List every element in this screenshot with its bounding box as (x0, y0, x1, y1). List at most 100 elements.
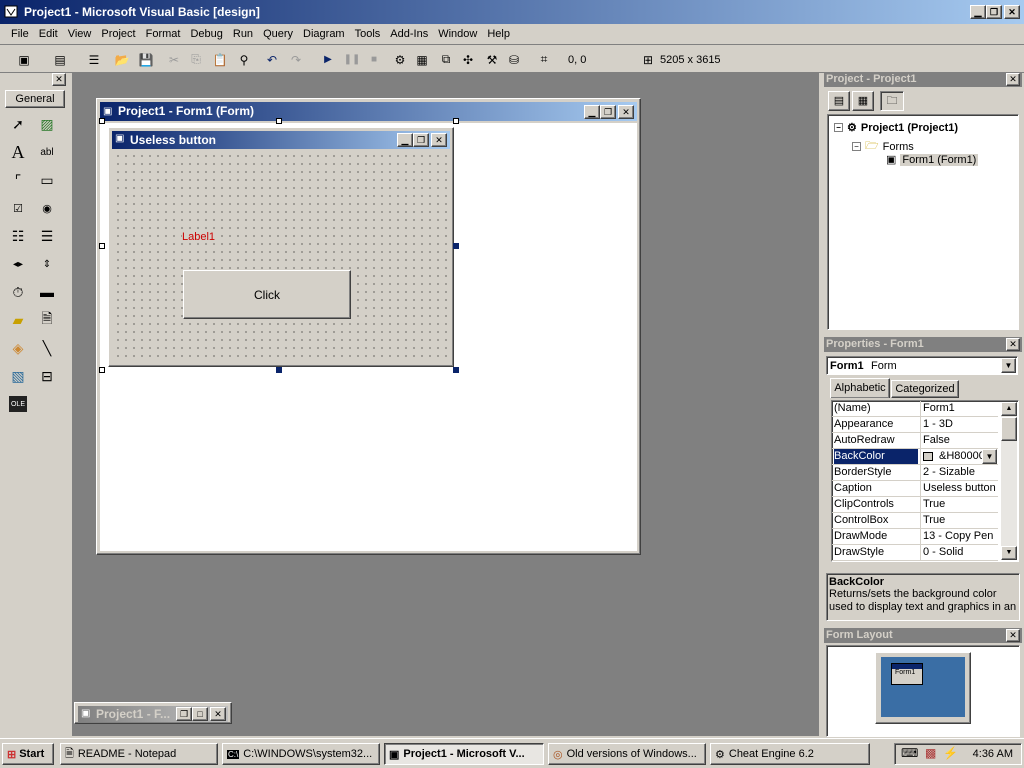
picturebox-icon[interactable]: ▨ (35, 112, 59, 136)
properties-close-button[interactable]: ✕ (1006, 338, 1020, 351)
minimize-button[interactable]: ▁ (970, 5, 986, 19)
commandbutton-icon[interactable]: ▭ (35, 168, 59, 192)
add-form-icon[interactable]: ▤ (50, 50, 70, 69)
resize-handle-s[interactable] (276, 367, 282, 373)
data-control-icon[interactable]: ⊟ (35, 364, 59, 388)
clock[interactable]: 4:36 AM (973, 748, 1013, 760)
designer-close-button[interactable]: ✕ (618, 105, 634, 119)
menu-edit[interactable]: Edit (34, 28, 63, 40)
resize-handle-ne[interactable] (453, 118, 459, 124)
view-code-icon[interactable]: ▤ (828, 91, 850, 111)
minimized-restore-button[interactable]: ❐ (176, 707, 192, 721)
view-object-icon[interactable]: ▦ (852, 91, 874, 111)
tray-app-icon[interactable]: ▩ (925, 746, 936, 760)
menu-format[interactable]: Format (141, 28, 186, 40)
menu-diagram[interactable]: Diagram (298, 28, 350, 40)
project-explorer-close-button[interactable]: ✕ (1006, 73, 1020, 86)
resize-handle-se[interactable] (453, 367, 459, 373)
scroll-up-icon[interactable]: ▲ (1001, 402, 1017, 416)
task-notepad[interactable]: 🗎 README - Notepad (60, 743, 218, 765)
property-row[interactable]: Appearance 1 - 3D (832, 417, 998, 433)
property-row[interactable]: DrawStyle 0 - Solid (832, 545, 998, 561)
property-row[interactable]: ControlBox True (832, 513, 998, 529)
form-layout-icon[interactable]: ⧉ (436, 50, 456, 69)
property-row-selected[interactable]: BackColor &H80000 ▼ (832, 449, 998, 465)
network-icon[interactable]: ⚡ (943, 746, 958, 760)
keyboard-icon[interactable]: ⌨ (901, 746, 918, 760)
menu-project[interactable]: Project (96, 28, 140, 40)
minimized-window[interactable]: Project1 - F... ▣ ❐ □ ✕ (74, 702, 232, 724)
property-row[interactable]: BorderStyle 2 - Sizable (832, 465, 998, 481)
hscrollbar-icon[interactable]: ◂▸ (6, 252, 30, 276)
toolbox-close-button[interactable]: ✕ (52, 73, 66, 86)
property-scrollbar[interactable]: ▲ ▼ (1001, 402, 1017, 560)
minimized-close-button[interactable]: ✕ (210, 707, 226, 721)
maximize-button[interactable]: ❐ (986, 5, 1002, 19)
toolbox-icon[interactable]: ⚒ (482, 50, 502, 69)
property-row[interactable]: AutoRedraw False (832, 433, 998, 449)
tree-project-root[interactable]: − ⚙ Project1 (Project1) (834, 121, 958, 134)
find-icon[interactable]: ⚲ (234, 50, 254, 69)
tree-form1-item[interactable]: ▣ Form1 (Form1) (886, 153, 979, 166)
menu-editor-icon[interactable]: ☰ (84, 50, 104, 69)
menu-tools[interactable]: Tools (350, 28, 386, 40)
task-cmd[interactable]: C:\ C:\WINDOWS\system32... (222, 743, 380, 765)
menu-file[interactable]: File (6, 28, 34, 40)
dirlistbox-icon[interactable]: ▰ (6, 308, 30, 332)
resize-handle-w[interactable] (99, 243, 105, 249)
paste-icon[interactable]: 📋 (210, 50, 230, 69)
minimized-maximize-button[interactable]: □ (192, 707, 208, 721)
tab-alphabetic[interactable]: Alphabetic (830, 378, 890, 398)
start-icon[interactable]: ▶ (318, 50, 338, 69)
menu-window[interactable]: Window (433, 28, 482, 40)
scroll-thumb[interactable] (1001, 417, 1017, 441)
checkbox-icon[interactable]: ☑ (6, 196, 30, 220)
resize-handle-nw[interactable] (99, 118, 105, 124)
close-button[interactable]: ✕ (1004, 5, 1020, 19)
property-row[interactable]: Caption Useless button (832, 481, 998, 497)
ole-icon[interactable]: OLE (9, 396, 27, 412)
drivelistbox-icon[interactable]: ▬ (35, 280, 59, 304)
scroll-down-icon[interactable]: ▼ (1001, 546, 1017, 560)
textbox-icon[interactable]: abl (35, 140, 59, 164)
menu-add-ins[interactable]: Add-Ins (385, 28, 433, 40)
object-selector[interactable]: Form1 Form ▼ (826, 356, 1018, 375)
end-icon[interactable]: ■ (364, 50, 384, 69)
label1[interactable]: Label1 (182, 231, 216, 243)
property-row[interactable]: ClipControls True (832, 497, 998, 513)
menu-query[interactable]: Query (258, 28, 298, 40)
shape-icon[interactable]: ◈ (6, 336, 30, 360)
filelistbox-icon[interactable]: 🗎 (35, 308, 59, 332)
task-visual-basic[interactable]: ▣ Project1 - Microsoft V... (384, 743, 544, 765)
cut-icon[interactable]: ✂ (164, 50, 184, 69)
form-layout-close-button[interactable]: ✕ (1006, 629, 1020, 642)
menu-help[interactable]: Help (482, 28, 515, 40)
chevron-down-icon[interactable]: ▼ (982, 449, 997, 464)
task-cheat-engine[interactable]: ⚙ Cheat Engine 6.2 (710, 743, 870, 765)
collapse-icon[interactable]: − (852, 142, 861, 151)
task-browser[interactable]: ◎ Old versions of Windows... (548, 743, 706, 765)
menu-debug[interactable]: Debug (185, 28, 227, 40)
chevron-down-icon[interactable]: ▼ (1001, 358, 1016, 373)
object-browser-icon[interactable]: ✣ (458, 50, 478, 69)
menu-run[interactable]: Run (228, 28, 258, 40)
data-view-icon[interactable]: ⛁ (504, 50, 524, 69)
form1-grid[interactable]: Label1 Click (112, 150, 450, 363)
add-project-icon[interactable]: ▣ (14, 50, 34, 69)
resize-handle-sw[interactable] (99, 367, 105, 373)
redo-icon[interactable]: ↷ (286, 50, 306, 69)
break-icon[interactable]: ❚❚ (342, 50, 362, 69)
click-button[interactable]: Click (183, 270, 351, 319)
listbox-icon[interactable]: ☰ (35, 224, 59, 248)
designer-minimize-button[interactable]: ▁ (584, 105, 600, 119)
pointer-icon[interactable]: ➚ (6, 112, 30, 136)
frame-icon[interactable]: ⌜ (6, 168, 30, 192)
toolbox-general-tab[interactable]: General (5, 90, 65, 108)
project-explorer-icon[interactable]: ⚙ (390, 50, 410, 69)
timer-icon[interactable]: ⏱ (6, 280, 30, 304)
toggle-folders-icon[interactable]: 🗀 (880, 91, 904, 111)
property-row[interactable]: (Name) Form1 (832, 401, 998, 417)
save-icon[interactable]: 💾 (136, 50, 156, 69)
form1[interactable]: Useless button ▣ ▁ ❐ ✕ Label1 Click (108, 127, 454, 367)
properties-window-icon[interactable]: ▦ (412, 50, 432, 69)
